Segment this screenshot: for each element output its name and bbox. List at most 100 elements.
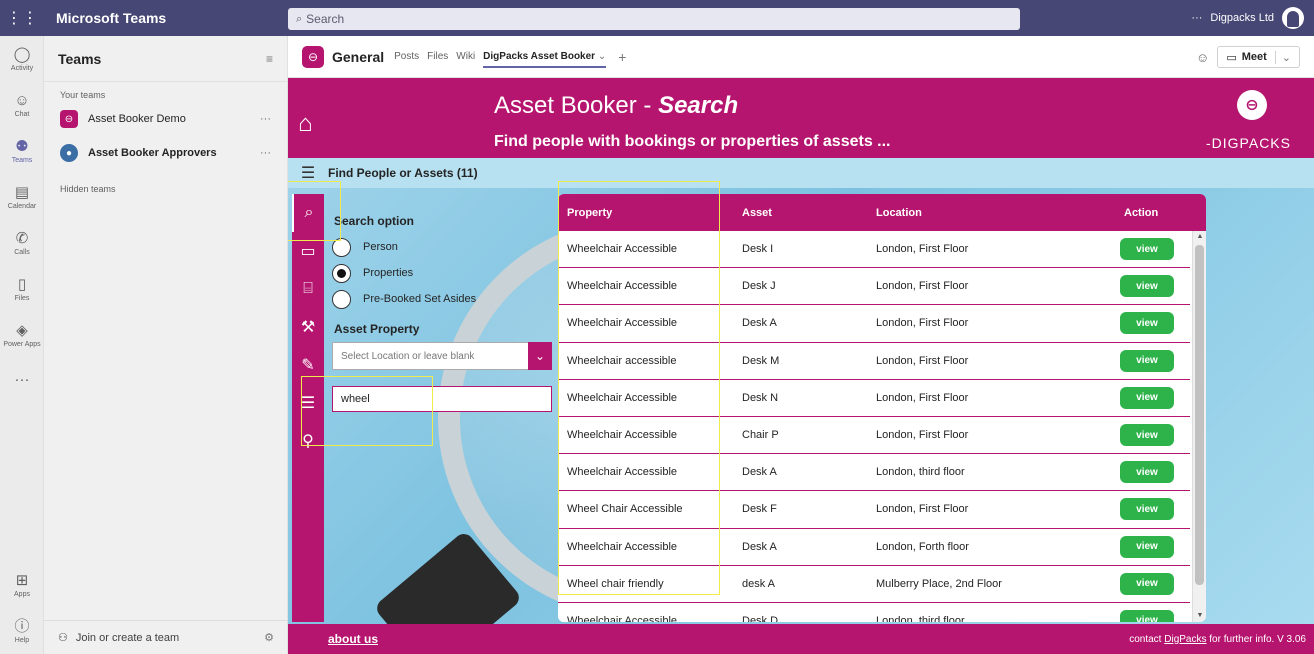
avatar[interactable] <box>1282 7 1304 29</box>
calendar-icon: ▤ <box>14 183 30 201</box>
phone-icon: ✆ <box>15 229 29 247</box>
rail-item-power-apps[interactable]: ◈ Power Apps <box>0 312 44 358</box>
rail-item-activity[interactable]: ◯ Activity <box>0 36 44 82</box>
digpacks-logo-icon: ⊖ <box>1237 90 1267 120</box>
add-tab-icon[interactable]: + <box>618 49 626 65</box>
cell-action: view <box>1104 572 1190 595</box>
teams-icon: ⚉ <box>15 137 29 155</box>
location-placeholder: Select Location or leave blank <box>341 350 475 362</box>
rail-item-teams[interactable]: ⚉ Teams <box>0 128 44 174</box>
cell-property: Wheelchair Accessible <box>567 614 678 622</box>
table-scrollbar[interactable]: ▲ ▼ <box>1192 231 1206 622</box>
table-row: Wheelchair Accessible Desk D London, third… <box>558 602 1190 622</box>
team-item-asset-booker-approvers[interactable]: ● Asset Booker Approvers ··· <box>44 136 287 170</box>
app-name: Microsoft Teams <box>56 10 167 26</box>
tab-asset-booker[interactable]: DigPacks Asset Booker ⌄ <box>483 51 607 68</box>
cell-action: view <box>1104 386 1190 409</box>
cell-location: London, First Floor <box>876 280 969 293</box>
highlight-box-search-nav <box>288 181 341 241</box>
cell-location: London, third floor <box>876 466 965 479</box>
cell-location: London, First Floor <box>876 429 969 442</box>
your-teams-label: Your teams <box>60 90 106 100</box>
help-icon: ⓘ <box>14 617 30 635</box>
view-button[interactable]: view <box>1120 572 1174 595</box>
channel-title: General <box>332 48 385 65</box>
app-launcher-icon[interactable]: ⋮⋮ <box>0 0 44 36</box>
scroll-thumb[interactable] <box>1195 245 1204 585</box>
cell-asset: desk A <box>742 577 776 590</box>
cell-asset: Desk A <box>742 540 777 553</box>
radio-pre-booked[interactable]: Pre-Booked Set Asides <box>332 286 562 312</box>
view-button[interactable]: view <box>1120 386 1174 409</box>
team-item-asset-booker-demo[interactable]: ⊖ Asset Booker Demo ··· <box>44 102 287 136</box>
radio-button[interactable] <box>332 289 351 309</box>
rail-item-apps[interactable]: ⊞ Apps <box>0 562 44 608</box>
cell-action: view <box>1104 275 1190 298</box>
filter-icon[interactable]: ≡ <box>266 52 273 66</box>
scroll-up-icon[interactable]: ▲ <box>1193 231 1206 243</box>
cell-asset: Desk A <box>742 466 777 479</box>
more-options-icon[interactable]: ··· <box>1191 12 1202 24</box>
view-button[interactable]: view <box>1120 275 1174 298</box>
tools-icon[interactable]: ⚒ <box>292 308 324 346</box>
team-name: Asset Booker Approvers <box>88 147 217 159</box>
cell-action: view <box>1104 461 1190 484</box>
search-option-label: Search option <box>334 214 415 228</box>
gear-icon[interactable]: ⚙ <box>264 631 274 644</box>
cell-location: London, First Floor <box>876 503 969 516</box>
hidden-teams-label[interactable]: Hidden teams <box>44 170 287 196</box>
view-button[interactable]: view <box>1120 498 1174 521</box>
power-apps-icon: ◈ <box>16 321 28 339</box>
find-heading: Find People or Assets (11) <box>328 166 478 180</box>
file-icon: ▯ <box>17 275 27 293</box>
view-button[interactable]: view <box>1120 312 1174 335</box>
tab-files[interactable]: Files <box>427 51 448 62</box>
rail-item-calendar[interactable]: ▤ Calendar <box>0 174 44 220</box>
team-name: Asset Booker Demo <box>88 113 186 125</box>
cell-asset: Desk D <box>742 614 779 622</box>
content-area: ☰ Find People or Assets (11) ⌕ ▭ ⌸ ⚒ ✎ ☰… <box>288 158 1314 624</box>
cell-action: view <box>1104 349 1190 372</box>
people-icon: ⚇ <box>58 632 68 644</box>
page-title: Asset Booker - Search <box>494 92 739 119</box>
search-input[interactable]: ⌕ Search <box>288 8 1020 30</box>
tab-wiki[interactable]: Wiki <box>456 51 475 62</box>
rail-item-chat[interactable]: ☺ Chat <box>0 82 44 128</box>
org-name: Digpacks Ltd <box>1210 12 1274 24</box>
home-icon[interactable]: ⌂ <box>298 110 313 138</box>
digpacks-link[interactable]: DigPacks <box>1164 634 1206 645</box>
cell-location: London, First Floor <box>876 391 969 404</box>
hamburger-icon[interactable]: ☰ <box>288 163 328 183</box>
meet-button[interactable]: ▭ Meet ⌄ <box>1217 46 1300 68</box>
view-button[interactable]: view <box>1120 238 1174 261</box>
view-button[interactable]: view <box>1120 609 1174 622</box>
tab-posts[interactable]: Posts <box>394 51 419 62</box>
join-team-button[interactable]: ⚇ Join or create a team ⚙ <box>44 620 288 654</box>
rail-item-more[interactable]: ··· <box>0 358 44 404</box>
cell-location: London, First Floor <box>876 317 969 330</box>
presentation-icon[interactable]: ⌸ <box>292 270 324 308</box>
cell-action: view <box>1104 609 1190 622</box>
more-options-icon[interactable]: ··· <box>260 147 271 159</box>
radio-person[interactable]: Person <box>332 234 562 260</box>
view-button[interactable]: view <box>1120 535 1174 558</box>
rail-item-calls[interactable]: ✆ Calls <box>0 220 44 266</box>
more-options-icon[interactable]: ··· <box>260 113 271 125</box>
find-bar: ☰ Find People or Assets (11) <box>288 158 1314 188</box>
cell-asset: Chair P <box>742 429 779 442</box>
view-button[interactable]: view <box>1120 424 1174 447</box>
chevron-down-icon[interactable]: ⌄ <box>528 342 552 370</box>
radio-button[interactable] <box>332 263 351 283</box>
view-button[interactable]: view <box>1120 461 1174 484</box>
rail-item-help[interactable]: ⓘ Help <box>0 608 44 654</box>
highlight-box-search-text <box>301 376 433 446</box>
view-button[interactable]: view <box>1120 349 1174 372</box>
about-us-link[interactable]: about us <box>328 632 378 646</box>
scroll-down-icon[interactable]: ▼ <box>1193 610 1206 622</box>
location-dropdown[interactable]: Select Location or leave blank ⌄ <box>332 342 552 370</box>
conversation-icon[interactable]: ☺ <box>1196 50 1209 65</box>
rail-item-files[interactable]: ▯ Files <box>0 266 44 312</box>
chevron-down-icon[interactable]: ⌄ <box>1274 50 1291 64</box>
bell-icon: ◯ <box>13 45 31 63</box>
radio-properties[interactable]: Properties <box>332 260 562 286</box>
